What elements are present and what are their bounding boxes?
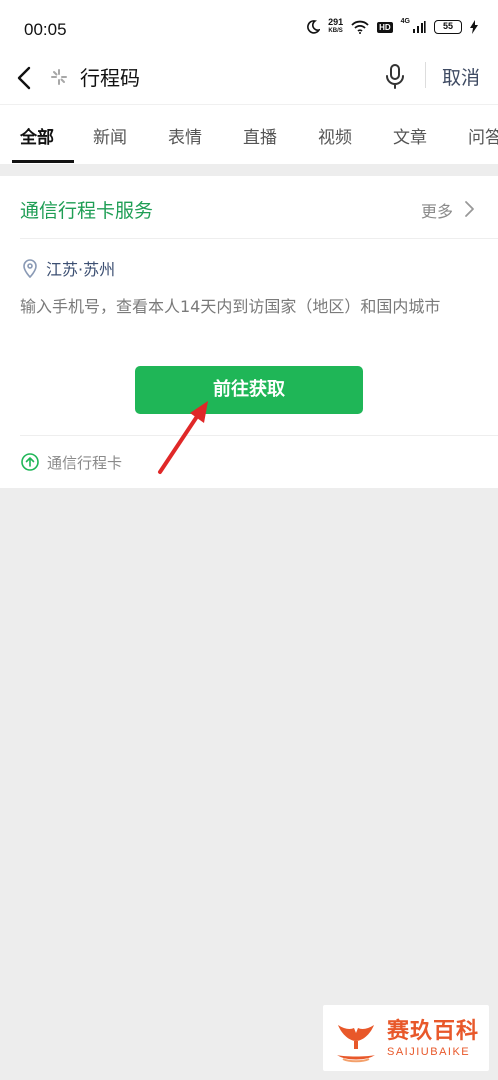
tab-video[interactable]: 视频 <box>318 123 352 148</box>
card-footer-divider <box>20 435 498 436</box>
hd-badge: HD <box>377 21 393 33</box>
service-card: 通信行程卡服务 更多 江苏·苏州 输入手机号，查看本人14天内到访国家（地区）和… <box>0 176 498 488</box>
card-description: 输入手机号，查看本人14天内到访国家（地区）和国内城市 <box>20 297 441 316</box>
search-bar: 行程码 取消 <box>0 58 498 104</box>
status-bar: 00:05 291 KB/S HD 4G 55 <box>0 0 498 58</box>
status-time: 00:05 <box>24 20 67 39</box>
watermark-name-en: SAIJIUBAIKE <box>387 1046 471 1058</box>
net-speed: 291 KB/S <box>328 18 343 36</box>
status-icons: 291 KB/S HD 4G 55 <box>306 18 478 36</box>
signal-icon <box>413 21 426 33</box>
net-speed-unit: KB/S <box>328 28 343 34</box>
net-speed-value: 291 <box>328 17 344 27</box>
upload-circle-icon <box>21 453 39 471</box>
moon-icon <box>307 20 321 34</box>
watermark-name-cn: 赛玖百科 <box>387 1019 480 1044</box>
card-title[interactable]: 通信行程卡服务 <box>20 196 153 223</box>
location-pin-icon <box>23 259 37 278</box>
location-label: 江苏·苏州 <box>46 260 116 279</box>
charging-icon <box>470 20 478 34</box>
watermark-logo: 赛玖百科 SAIJIUBAIKE <box>323 1005 489 1071</box>
microphone-icon[interactable] <box>384 62 406 92</box>
tab-all[interactable]: 全部 <box>20 123 54 148</box>
annotation-arrow-icon <box>158 401 208 474</box>
search-divider <box>425 62 426 88</box>
wifi-icon <box>351 20 369 34</box>
tab-articles[interactable]: 文章 <box>393 123 427 148</box>
network-label: 4G <box>400 18 410 25</box>
cancel-button[interactable]: 取消 <box>442 63 480 90</box>
tab-qa[interactable]: 问答 <box>468 123 498 148</box>
battery-icon: 55 <box>434 20 462 34</box>
back-icon[interactable] <box>14 62 38 94</box>
chevron-right-icon[interactable] <box>463 199 475 219</box>
card-footer-label[interactable]: 通信行程卡 <box>47 452 122 473</box>
tab-news[interactable]: 新闻 <box>93 123 127 148</box>
tab-live[interactable]: 直播 <box>243 123 277 148</box>
whale-tail-logo-icon <box>337 1025 375 1063</box>
sparkle-icon <box>51 69 67 85</box>
tab-active-indicator <box>12 160 74 163</box>
card-divider <box>20 238 498 239</box>
tab-bar: 全部 新闻 表情 直播 视频 文章 问答 <box>0 104 498 164</box>
search-input[interactable]: 行程码 <box>80 62 140 91</box>
tab-stickers[interactable]: 表情 <box>168 123 202 148</box>
more-link[interactable]: 更多 <box>421 198 453 222</box>
